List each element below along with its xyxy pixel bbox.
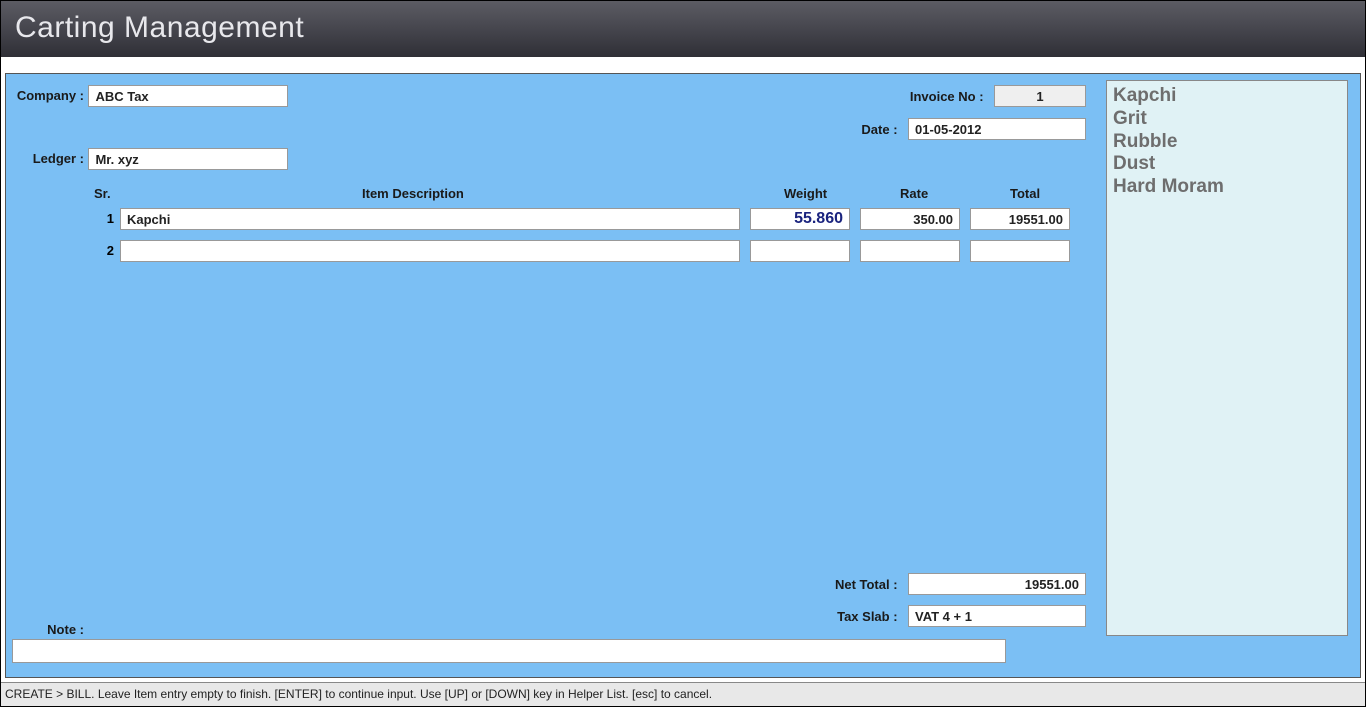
- invoice-field: [994, 85, 1086, 107]
- helper-item[interactable]: Rubble: [1113, 131, 1341, 154]
- row-desc-input[interactable]: [120, 208, 740, 230]
- note-input[interactable]: [12, 639, 1006, 663]
- helper-list[interactable]: Kapchi Grit Rubble Dust Hard Moram: [1106, 80, 1348, 636]
- nettotal-row: Net Total :: [808, 573, 1086, 595]
- col-weight: Weight: [784, 186, 827, 201]
- col-sr: Sr.: [94, 186, 111, 201]
- ledger-input[interactable]: [88, 148, 288, 170]
- helper-item[interactable]: Dust: [1113, 153, 1341, 176]
- table-row: 2: [90, 240, 1086, 264]
- helper-item[interactable]: Hard Moram: [1113, 176, 1341, 199]
- row-rate-input[interactable]: [860, 240, 960, 262]
- form-pane: Company : Ledger : Invoice No : Date : S…: [6, 74, 1094, 677]
- row-sr: 1: [94, 211, 114, 226]
- row-weight-input[interactable]: [750, 240, 850, 262]
- table-header: Sr. Item Description Weight Rate Total: [90, 186, 1086, 204]
- row-total-input[interactable]: [970, 208, 1070, 230]
- col-desc: Item Description: [362, 186, 464, 201]
- main-area: Company : Ledger : Invoice No : Date : S…: [5, 73, 1361, 678]
- ledger-row: Ledger :: [12, 148, 288, 170]
- status-bar: CREATE > BILL. Leave Item entry empty to…: [1, 682, 1365, 706]
- row-sr: 2: [94, 243, 114, 258]
- row-weight-input[interactable]: [750, 208, 850, 230]
- col-total: Total: [1010, 186, 1040, 201]
- company-label: Company :: [12, 88, 84, 103]
- status-text: CREATE > BILL. Leave Item entry empty to…: [5, 687, 712, 701]
- app-title: Carting Management: [15, 11, 304, 44]
- date-row: Date :: [808, 118, 1086, 140]
- company-row: Company :: [12, 85, 288, 107]
- title-bar: Carting Management: [1, 1, 1365, 57]
- nettotal-label: Net Total :: [808, 577, 898, 592]
- row-rate-input[interactable]: [860, 208, 960, 230]
- table-row: 1: [90, 208, 1086, 232]
- date-input[interactable]: [908, 118, 1086, 140]
- helper-item[interactable]: Grit: [1113, 108, 1341, 131]
- invoice-label: Invoice No :: [894, 89, 984, 104]
- note-row: Note :: [12, 621, 1086, 663]
- invoice-row: Invoice No :: [894, 85, 1086, 107]
- ledger-label: Ledger :: [12, 151, 84, 166]
- helper-item[interactable]: Kapchi: [1113, 85, 1341, 108]
- nettotal-field: [908, 573, 1086, 595]
- col-rate: Rate: [900, 186, 928, 201]
- row-total-input[interactable]: [970, 240, 1070, 262]
- note-label: Note :: [12, 622, 84, 637]
- date-label: Date :: [808, 122, 898, 137]
- row-desc-input[interactable]: [120, 240, 740, 262]
- company-input[interactable]: [88, 85, 288, 107]
